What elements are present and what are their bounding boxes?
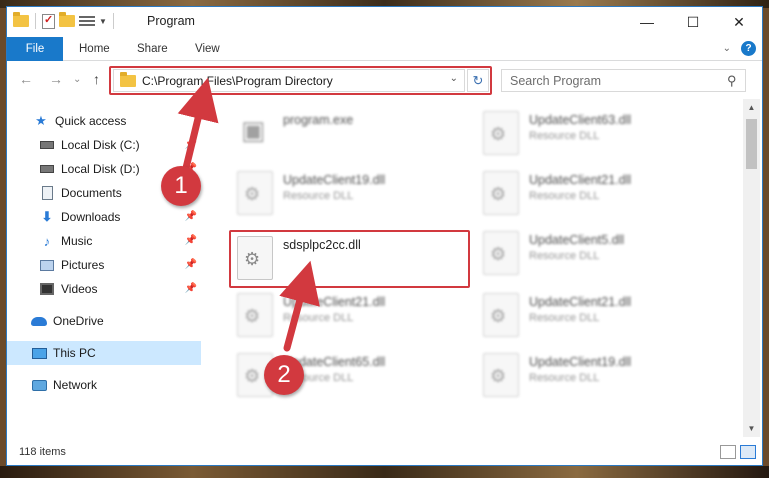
step-1-badge: 1 [161,166,201,206]
annotation-arrows [177,77,320,352]
step-2-badge: 2 [264,355,304,395]
arrow-to-dll-file [279,260,320,352]
arrow-to-address-bar [177,77,219,172]
